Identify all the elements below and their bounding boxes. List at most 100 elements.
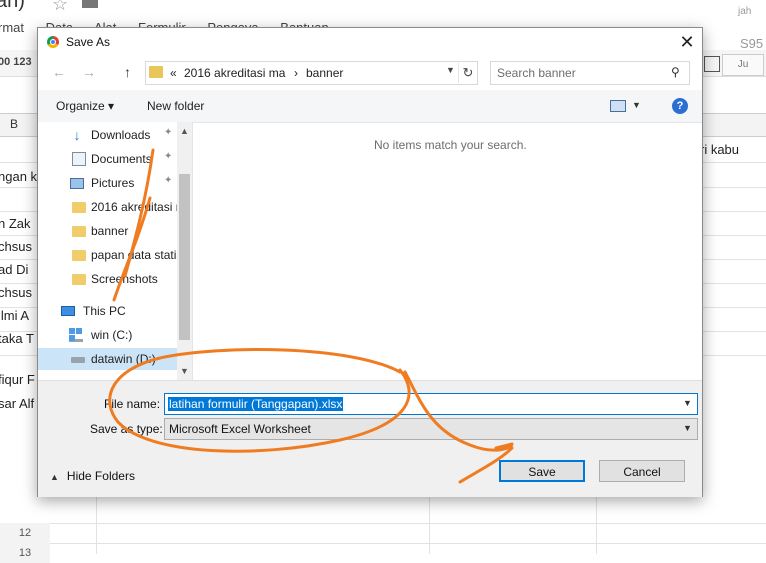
document-title[interactable]: an) bbox=[0, 0, 25, 13]
scrollbar-thumb[interactable] bbox=[179, 174, 190, 340]
grid-line bbox=[0, 523, 766, 524]
nav-item-downloads[interactable]: ↓ Downloads ✦ bbox=[38, 124, 178, 146]
nav-item-win-c[interactable]: win (C:) bbox=[38, 324, 178, 346]
hide-folders-button[interactable]: ▲ Hide Folders bbox=[50, 469, 135, 483]
search-icon[interactable]: ⚲ bbox=[671, 65, 680, 79]
column-header-b[interactable]: B bbox=[10, 117, 18, 131]
chevron-down-icon[interactable]: ▼ bbox=[683, 423, 692, 433]
breadcrumb-2016-akreditasi[interactable]: 2016 akreditasi ma bbox=[184, 66, 285, 80]
chevron-down-icon[interactable]: ▼ bbox=[177, 366, 192, 376]
refresh-icon[interactable]: ↻ bbox=[458, 63, 477, 83]
chevron-down-icon[interactable]: ▼ bbox=[683, 398, 692, 408]
command-bar: Organize ▾ New folder ▼ ? bbox=[38, 90, 702, 123]
collaborator-id: S95 bbox=[740, 36, 764, 51]
nav-item-label: banner bbox=[91, 224, 129, 238]
download-icon: ↓ bbox=[73, 127, 81, 143]
back-arrow-icon[interactable]: ← bbox=[52, 64, 66, 80]
chevron-up-icon: ▲ bbox=[50, 472, 59, 482]
navigation-pane: ↓ Downloads ✦ Documents ✦ Pictures ✦ 201… bbox=[38, 122, 191, 380]
close-button[interactable]: ✕ bbox=[674, 30, 700, 54]
pin-icon: ✦ bbox=[164, 175, 173, 186]
sheet-cell[interactable]: ilmi A bbox=[0, 308, 29, 323]
cancel-button[interactable]: Cancel bbox=[599, 460, 685, 482]
folder-icon bbox=[72, 274, 86, 285]
breadcrumb-overflow[interactable]: « bbox=[170, 66, 177, 80]
sheet-cell[interactable]: sar Alf bbox=[0, 396, 34, 411]
chrome-icon bbox=[47, 36, 59, 48]
chevron-up-icon[interactable]: ▲ bbox=[177, 126, 192, 136]
menu-format[interactable]: rmat bbox=[0, 20, 24, 35]
nav-item-banner[interactable]: banner bbox=[38, 220, 178, 242]
toolbar-dropdown[interactable]: Ju bbox=[722, 54, 764, 76]
sheet-cell[interactable]: ad Di bbox=[0, 262, 28, 277]
nav-item-label: datawin (D:) bbox=[91, 352, 156, 366]
breadcrumb-separator[interactable]: › bbox=[294, 66, 298, 80]
number-format-button[interactable]: 00 123 bbox=[0, 56, 32, 68]
row-number[interactable]: 12 bbox=[0, 523, 50, 543]
save-type-select[interactable]: Microsoft Excel Worksheet ▼ bbox=[164, 418, 698, 440]
toolbar-icon[interactable] bbox=[704, 56, 720, 72]
nav-scrollbar[interactable]: ▲ ▼ bbox=[177, 122, 192, 380]
folder-icon bbox=[72, 202, 86, 213]
dialog-titlebar[interactable]: Save As ✕ bbox=[38, 28, 702, 56]
nav-item-this-pc[interactable]: This PC bbox=[38, 300, 178, 322]
sheet-cell[interactable]: chsus bbox=[0, 285, 32, 300]
nav-item-label: papan data statis bbox=[91, 248, 179, 262]
dialog-title: Save As bbox=[66, 35, 111, 49]
pane-divider[interactable] bbox=[192, 122, 193, 380]
documents-icon bbox=[72, 152, 86, 166]
search-input[interactable]: Search banner ⚲ bbox=[490, 61, 690, 85]
row-number[interactable]: 13 bbox=[0, 543, 50, 563]
nav-item-datawin-d[interactable]: datawin (D:) bbox=[38, 348, 178, 370]
folder-icon bbox=[72, 250, 86, 261]
top-right-text: jah bbox=[738, 6, 752, 17]
nav-item-papan-data[interactable]: papan data statis bbox=[38, 244, 179, 266]
nav-item-documents[interactable]: Documents ✦ bbox=[38, 148, 178, 170]
organize-button[interactable]: Organize ▾ bbox=[56, 99, 114, 113]
star-icon[interactable]: ☆ bbox=[52, 0, 68, 15]
view-icon[interactable] bbox=[610, 100, 626, 112]
nav-item-label: Screenshots bbox=[91, 272, 158, 286]
drive-icon bbox=[71, 357, 85, 363]
save-as-dialog: Save As ✕ ← → ↑ « 2016 akreditasi ma › b… bbox=[37, 27, 703, 497]
windows-drive-icon bbox=[69, 328, 83, 342]
save-type-value: Microsoft Excel Worksheet bbox=[169, 422, 311, 436]
chevron-down-icon[interactable]: ▼ bbox=[632, 100, 641, 110]
nav-item-pictures[interactable]: Pictures ✦ bbox=[38, 172, 178, 194]
new-folder-button[interactable]: New folder bbox=[147, 99, 204, 113]
save-type-label: Save as type: bbox=[90, 422, 163, 436]
file-name-field[interactable]: latihan formulir (Tanggapan).xlsx ▼ bbox=[164, 393, 698, 415]
breadcrumb-banner[interactable]: banner bbox=[306, 66, 343, 80]
navigation-row: ← → ↑ « 2016 akreditasi ma › banner ▼ ↻ … bbox=[38, 56, 702, 90]
file-name-label: File name: bbox=[104, 397, 161, 411]
folder-icon bbox=[72, 226, 86, 237]
sheet-cell[interactable]: taka T bbox=[0, 331, 34, 346]
sheet-cell[interactable]: ngan k bbox=[0, 169, 37, 184]
up-arrow-icon[interactable]: ↑ bbox=[124, 64, 131, 80]
nav-item-label: 2016 akreditasi m bbox=[91, 200, 179, 214]
sheet-cell[interactable]: n Zak bbox=[0, 216, 31, 231]
address-bar[interactable]: « 2016 akreditasi ma › banner ▼ ↻ bbox=[145, 61, 478, 85]
hide-folders-label: Hide Folders bbox=[66, 469, 135, 483]
folder-icon[interactable] bbox=[82, 0, 98, 8]
empty-folder-message: No items match your search. bbox=[374, 138, 527, 152]
chevron-down-icon[interactable]: ▼ bbox=[446, 65, 455, 75]
sheet-cell[interactable]: ri kabu bbox=[700, 142, 739, 157]
sheet-cell[interactable]: fiqur F bbox=[0, 372, 35, 387]
pictures-icon bbox=[70, 178, 84, 189]
nav-item-screenshots[interactable]: Screenshots bbox=[38, 268, 178, 290]
nav-item-label: win (C:) bbox=[91, 328, 133, 342]
nav-item-2016-akreditasi[interactable]: 2016 akreditasi m bbox=[38, 196, 179, 218]
save-button[interactable]: Save bbox=[499, 460, 585, 482]
forward-arrow-icon[interactable]: → bbox=[82, 64, 96, 80]
help-icon[interactable]: ? bbox=[672, 98, 688, 114]
save-options-panel: File name: latihan formulir (Tanggapan).… bbox=[38, 380, 702, 497]
pin-icon: ✦ bbox=[164, 127, 173, 138]
pin-icon: ✦ bbox=[164, 151, 173, 162]
sheet-cell[interactable]: chsus bbox=[0, 239, 32, 254]
search-placeholder: Search banner bbox=[497, 66, 576, 80]
computer-icon bbox=[61, 306, 75, 316]
folder-icon bbox=[149, 66, 163, 78]
nav-item-label: This PC bbox=[83, 304, 126, 318]
file-name-value[interactable]: latihan formulir (Tanggapan).xlsx bbox=[168, 397, 344, 411]
